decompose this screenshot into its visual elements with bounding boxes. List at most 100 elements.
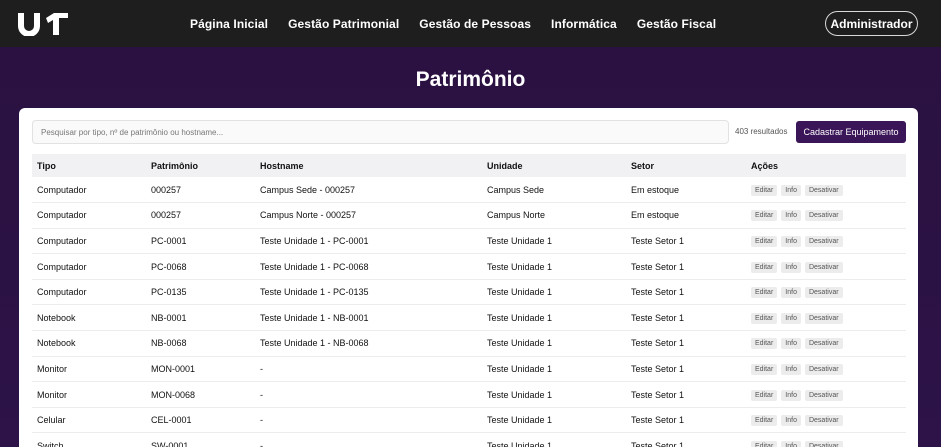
cell-hostname: - [260, 440, 263, 447]
info-button[interactable]: Info [781, 235, 801, 247]
edit-button[interactable]: Editar [751, 261, 778, 273]
edit-button[interactable]: Editar [751, 440, 778, 447]
table-row: Switch SW-0001 - Teste Unidade 1 Teste S… [32, 433, 906, 447]
cell-unidade: Teste Unidade 1 [487, 338, 553, 349]
cell-acoes: Editar Info Desativar [746, 228, 906, 254]
header-hostname[interactable]: Hostname [255, 154, 482, 177]
edit-button[interactable]: Editar [751, 389, 778, 401]
table-row: Notebook NB-0001 Teste Unidade 1 - NB-00… [32, 305, 906, 331]
info-button[interactable]: Info [781, 210, 801, 222]
cell-patrimonio: MON-0068 [151, 389, 196, 400]
cell-acoes: Editar Info Desativar [746, 305, 906, 331]
deactivate-button[interactable]: Desativar [804, 287, 843, 299]
edit-button[interactable]: Editar [751, 184, 778, 196]
cell-hostname: - [260, 415, 263, 426]
cell-setor: Teste Setor 1 [631, 389, 685, 400]
edit-button[interactable]: Editar [751, 287, 778, 299]
cell-setor: Em estoque [631, 210, 680, 221]
table-row: Computador 000257 Campus Norte - 000257 … [32, 203, 906, 229]
cell-tipo: Computador [37, 184, 87, 195]
u1-logo-icon[interactable] [16, 10, 70, 36]
cell-setor: Teste Setor 1 [631, 287, 685, 298]
cell-tipo: Notebook [37, 338, 76, 349]
nav-gestao-de-pessoas[interactable]: Gestão de Pessoas [419, 17, 531, 31]
edit-button[interactable]: Editar [751, 235, 778, 247]
cell-acoes: Editar Info Desativar [746, 331, 906, 357]
cell-unidade: Teste Unidade 1 [487, 440, 553, 447]
nav-gestao-patrimonial[interactable]: Gestão Patrimonial [288, 17, 399, 31]
add-equipment-button[interactable]: Cadastrar Equipamento [796, 121, 906, 143]
user-menu-button[interactable]: Administrador [825, 11, 918, 36]
edit-button[interactable]: Editar [751, 415, 778, 427]
deactivate-button[interactable]: Desativar [804, 184, 843, 196]
table-header-row: Tipo Patrimônio Hostname Unidade Setor A… [32, 154, 906, 177]
info-button[interactable]: Info [781, 440, 801, 447]
cell-acoes: Editar Info Desativar [746, 177, 906, 203]
header-patrimonio[interactable]: Patrimônio [146, 154, 255, 177]
cell-unidade: Campus Sede [487, 184, 545, 195]
cell-tipo: Celular [37, 415, 66, 426]
cell-tipo: Switch [37, 440, 64, 447]
cell-unidade: Campus Norte [487, 210, 546, 221]
header-setor[interactable]: Setor [626, 154, 746, 177]
cell-hostname: Teste Unidade 1 - PC-0001 [260, 235, 369, 246]
info-button[interactable]: Info [781, 287, 801, 299]
nav-gestao-fiscal[interactable]: Gestão Fiscal [637, 17, 716, 31]
cell-tipo: Monitor [37, 363, 68, 374]
cell-acoes: Editar Info Desativar [746, 254, 906, 280]
edit-button[interactable]: Editar [751, 312, 778, 324]
info-button[interactable]: Info [781, 184, 801, 196]
cell-patrimonio: MON-0001 [151, 363, 196, 374]
cell-patrimonio: PC-0001 [151, 235, 187, 246]
deactivate-button[interactable]: Desativar [804, 363, 843, 375]
cell-tipo: Computador [37, 287, 87, 298]
cell-setor: Teste Setor 1 [631, 363, 685, 374]
deactivate-button[interactable]: Desativar [804, 235, 843, 247]
cell-unidade: Teste Unidade 1 [487, 261, 553, 272]
deactivate-button[interactable]: Desativar [804, 210, 843, 222]
cell-unidade: Teste Unidade 1 [487, 287, 553, 298]
edit-button[interactable]: Editar [751, 363, 778, 375]
table-row: Notebook NB-0068 Teste Unidade 1 - NB-00… [32, 331, 906, 357]
nav-informatica[interactable]: Informática [551, 17, 617, 31]
cell-hostname: Teste Unidade 1 - NB-0068 [260, 338, 369, 349]
header-acoes: Ações [751, 160, 779, 171]
cell-tipo: Notebook [37, 312, 76, 323]
header-tipo[interactable]: Tipo [32, 154, 146, 177]
top-navbar: Página Inicial Gestão Patrimonial Gestão… [0, 0, 941, 47]
info-button[interactable]: Info [781, 338, 801, 350]
deactivate-button[interactable]: Desativar [804, 261, 843, 273]
edit-button[interactable]: Editar [751, 338, 778, 350]
cell-unidade: Teste Unidade 1 [487, 415, 553, 426]
header-unidade[interactable]: Unidade [482, 154, 626, 177]
deactivate-button[interactable]: Desativar [804, 440, 843, 447]
cell-tipo: Monitor [37, 389, 68, 400]
cell-acoes: Editar Info Desativar [746, 382, 906, 408]
nav-pagina-inicial[interactable]: Página Inicial [190, 17, 268, 31]
cell-acoes: Editar Info Desativar [746, 279, 906, 305]
cell-unidade: Teste Unidade 1 [487, 235, 553, 246]
cell-patrimonio: 000257 [151, 210, 182, 221]
deactivate-button[interactable]: Desativar [804, 338, 843, 350]
info-button[interactable]: Info [781, 312, 801, 324]
table-row: Computador PC-0068 Teste Unidade 1 - PC-… [32, 254, 906, 280]
deactivate-button[interactable]: Desativar [804, 415, 843, 427]
cell-tipo: Computador [37, 235, 87, 246]
cell-hostname: Teste Unidade 1 - NB-0001 [260, 312, 369, 323]
search-input[interactable] [32, 120, 729, 144]
cell-tipo: Computador [37, 210, 87, 221]
cell-setor: Teste Setor 1 [631, 261, 685, 272]
info-button[interactable]: Info [781, 389, 801, 401]
info-button[interactable]: Info [781, 415, 801, 427]
deactivate-button[interactable]: Desativar [804, 312, 843, 324]
cell-hostname: - [260, 389, 263, 400]
table-row: Computador PC-0135 Teste Unidade 1 - PC-… [32, 279, 906, 305]
cell-hostname: - [260, 363, 263, 374]
edit-button[interactable]: Editar [751, 210, 778, 222]
info-button[interactable]: Info [781, 261, 801, 273]
info-button[interactable]: Info [781, 363, 801, 375]
cell-hostname: Teste Unidade 1 - PC-0135 [260, 287, 369, 298]
deactivate-button[interactable]: Desativar [804, 389, 843, 401]
cell-setor: Teste Setor 1 [631, 440, 685, 447]
cell-hostname: Campus Norte - 000257 [260, 210, 357, 221]
